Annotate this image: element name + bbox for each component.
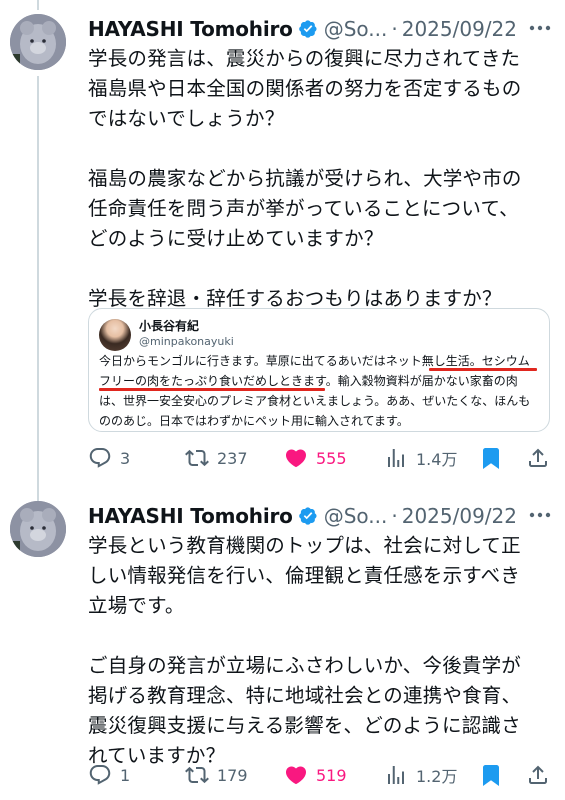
reply-icon xyxy=(89,448,111,468)
tweet-text: 学長という教育機関のトップは、社会に対して正 しい情報発信を行い、倫理観と責任感… xyxy=(88,534,522,767)
share-icon xyxy=(529,765,547,784)
author-handle[interactable]: @So... xyxy=(324,17,388,41)
action-bar: 3 237 555 1.4万 xyxy=(88,443,558,473)
repost-button[interactable]: 179 xyxy=(185,760,248,790)
avatar-plush-image xyxy=(10,14,66,70)
quoted-author-handle: @minpakonayuki xyxy=(139,335,234,348)
avatar[interactable] xyxy=(10,14,66,70)
reply-count: 1 xyxy=(120,765,131,785)
bookmark-button[interactable] xyxy=(479,760,511,790)
like-button[interactable]: 555 xyxy=(284,443,347,473)
verified-badge-icon xyxy=(298,507,317,525)
views-button[interactable]: 1.2万 xyxy=(384,760,457,790)
tweet-1[interactable]: HAYASHI Tomohiro @So... · 2025/09/22 学長の… xyxy=(0,14,565,484)
tweet-header: HAYASHI Tomohiro @So... · 2025/09/22 xyxy=(88,501,517,531)
views-button[interactable]: 1.4万 xyxy=(384,443,457,473)
header-separator: · xyxy=(391,504,398,528)
like-count: 555 xyxy=(316,448,347,468)
views-count: 1.4万 xyxy=(416,450,458,469)
verified-badge-icon xyxy=(298,20,317,38)
quoted-avatar xyxy=(99,319,131,351)
repost-icon xyxy=(185,766,209,784)
more-icon[interactable] xyxy=(527,16,553,40)
action-bar: 1 179 519 1.2万 xyxy=(88,760,558,790)
repost-count: 179 xyxy=(217,765,248,785)
header-separator: · xyxy=(391,17,398,41)
tweet-date[interactable]: 2025/09/22 xyxy=(402,17,517,41)
bookmark-button[interactable] xyxy=(479,443,511,473)
tweet-date[interactable]: 2025/09/22 xyxy=(402,504,517,528)
quoted-tweet[interactable]: 小長谷有紀 @minpakonayuki 今日からモンゴルに行きます。草原に出て… xyxy=(88,308,550,432)
heart-icon xyxy=(285,449,307,468)
share-button[interactable] xyxy=(526,760,558,790)
bookmark-icon xyxy=(483,765,499,786)
tweet-2[interactable]: HAYASHI Tomohiro @So... · 2025/09/22 学長と… xyxy=(0,501,565,800)
reply-button[interactable]: 3 xyxy=(88,443,130,473)
thread-line-top xyxy=(37,0,39,10)
views-count: 1.2万 xyxy=(416,767,458,786)
more-icon[interactable] xyxy=(527,503,553,527)
tweet-header: HAYASHI Tomohiro @So... · 2025/09/22 xyxy=(88,14,517,44)
like-count: 519 xyxy=(316,765,347,785)
reply-button[interactable]: 1 xyxy=(88,760,130,790)
author-name[interactable]: HAYASHI Tomohiro xyxy=(88,17,293,41)
quoted-author-name: 小長谷有紀 xyxy=(139,319,200,333)
author-handle[interactable]: @So... xyxy=(324,504,388,528)
quoted-text: 今日からモンゴルに行きます。草原に出てるあいだはネット無し生活。セシウム フリー… xyxy=(99,354,531,428)
tweet-text: 学長の発言は、震災からの復興に尽力されてきた 福島県や日本全国の関係者の努力を否… xyxy=(88,47,522,310)
bookmark-icon xyxy=(483,448,499,469)
repost-icon xyxy=(185,449,209,467)
heart-icon xyxy=(285,766,307,785)
repost-count: 237 xyxy=(217,448,248,468)
reply-icon xyxy=(89,765,111,785)
repost-button[interactable]: 237 xyxy=(185,443,248,473)
avatar[interactable] xyxy=(10,501,66,557)
red-underline-annotation xyxy=(429,368,537,371)
red-underline-annotation xyxy=(99,388,325,391)
author-name[interactable]: HAYASHI Tomohiro xyxy=(88,504,293,528)
share-button[interactable] xyxy=(526,443,558,473)
views-icon xyxy=(388,766,404,784)
like-button[interactable]: 519 xyxy=(284,760,347,790)
avatar-plush-image xyxy=(10,501,66,557)
views-icon xyxy=(388,449,404,467)
share-icon xyxy=(529,448,547,467)
reply-count: 3 xyxy=(120,448,131,468)
